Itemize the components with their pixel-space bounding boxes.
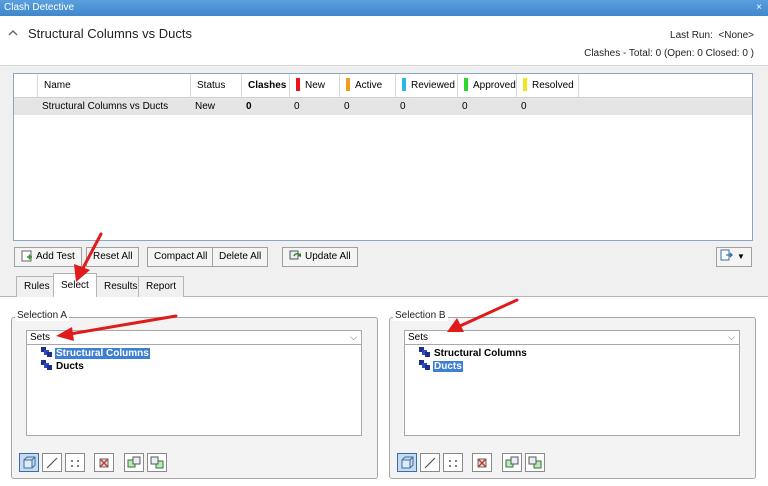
chevron-up-icon[interactable] xyxy=(8,28,18,38)
selection-a-tree[interactable]: Structural Columns Ducts xyxy=(26,344,362,436)
last-run: Last Run: <None> xyxy=(670,30,754,41)
row-reviewed: 0 xyxy=(400,101,406,112)
exclude-b-button[interactable] xyxy=(472,453,492,472)
export-button[interactable]: ▼ xyxy=(716,247,752,267)
test-title: Structural Columns vs Ducts xyxy=(28,26,192,41)
self-intersect-a-button[interactable] xyxy=(19,453,39,472)
row-status: New xyxy=(195,101,216,112)
compact-all-button[interactable]: Compact All xyxy=(147,247,215,267)
row-new: 0 xyxy=(294,101,300,112)
tab-report[interactable]: Report xyxy=(138,276,185,297)
status-new-swatch xyxy=(296,78,300,91)
tab-select[interactable]: Select xyxy=(53,273,97,297)
set-icon xyxy=(41,360,52,370)
chevron-down-icon: ⌵ xyxy=(350,332,357,342)
row-name: Structural Columns vs Ducts xyxy=(42,101,169,112)
export-icon xyxy=(720,249,733,261)
col-reviewed[interactable]: Reviewed xyxy=(396,74,458,98)
tests-grid[interactable]: Name Status Clashes New Active Reviewed … xyxy=(13,73,753,241)
col-resolved[interactable]: Resolved xyxy=(517,74,579,98)
col-name[interactable]: Name xyxy=(38,74,191,98)
selection-b-tree[interactable]: Structural Columns Ducts xyxy=(404,344,740,436)
status-approved-swatch xyxy=(464,78,468,91)
status-active-swatch xyxy=(346,78,350,91)
window-title: Clash Detective xyxy=(4,2,75,13)
row-approved: 0 xyxy=(462,101,468,112)
add-test-button[interactable]: Add Test xyxy=(14,247,82,267)
update-icon xyxy=(289,250,301,260)
use-current-selection-b-button[interactable] xyxy=(502,453,522,472)
col-new[interactable]: New xyxy=(290,74,340,98)
col-approved[interactable]: Approved xyxy=(458,74,517,98)
lines-b-button[interactable] xyxy=(420,453,440,472)
tree-item-structural-columns[interactable]: Structural Columns xyxy=(41,347,150,360)
selection-b-dropdown[interactable]: Sets ⌵ xyxy=(404,330,740,345)
set-icon xyxy=(419,347,430,357)
col-status[interactable]: Status xyxy=(191,74,242,98)
update-all-button[interactable]: Update All xyxy=(282,247,358,267)
col-active[interactable]: Active xyxy=(340,74,396,98)
row-clashes: 0 xyxy=(246,101,252,112)
add-test-icon xyxy=(21,250,32,262)
status-reviewed-swatch xyxy=(402,78,406,91)
chevron-down-icon: ▼ xyxy=(737,252,745,261)
points-b-button[interactable] xyxy=(443,453,463,472)
grid-header: Name Status Clashes New Active Reviewed … xyxy=(14,74,752,98)
col-clashes[interactable]: Clashes xyxy=(242,74,290,98)
set-icon xyxy=(419,360,430,370)
last-run-value: <None> xyxy=(718,30,754,41)
points-a-button[interactable] xyxy=(65,453,85,472)
test-header: Structural Columns vs Ducts Last Run: <N… xyxy=(0,16,768,66)
window-titlebar: Clash Detective × xyxy=(0,0,768,16)
table-row[interactable]: Structural Columns vs Ducts New 0 0 0 0 … xyxy=(14,98,752,115)
set-icon xyxy=(41,347,52,357)
row-resolved: 0 xyxy=(521,101,527,112)
select-in-scene-a-button[interactable] xyxy=(147,453,167,472)
tree-item-ducts[interactable]: Ducts xyxy=(419,360,463,373)
clash-summary: Clashes - Total: 0 (Open: 0 Closed: 0 ) xyxy=(584,48,754,59)
self-intersect-b-button[interactable] xyxy=(397,453,417,472)
tree-item-structural-columns[interactable]: Structural Columns xyxy=(419,347,528,360)
delete-all-button[interactable]: Delete All xyxy=(212,247,269,267)
chevron-down-icon: ⌵ xyxy=(728,332,735,342)
tree-item-ducts[interactable]: Ducts xyxy=(41,360,85,373)
lines-a-button[interactable] xyxy=(42,453,62,472)
row-active: 0 xyxy=(344,101,350,112)
reset-all-button[interactable]: Reset All xyxy=(86,247,140,267)
selection-a-label: Selection A xyxy=(15,310,70,321)
exclude-a-button[interactable] xyxy=(94,453,114,472)
select-in-scene-b-button[interactable] xyxy=(525,453,545,472)
grid-corner xyxy=(14,74,38,98)
use-current-selection-a-button[interactable] xyxy=(124,453,144,472)
selection-b-label: Selection B xyxy=(393,310,448,321)
close-icon[interactable]: × xyxy=(756,0,762,16)
selection-a-dropdown[interactable]: Sets ⌵ xyxy=(26,330,362,345)
status-resolved-swatch xyxy=(523,78,527,91)
tab-rules[interactable]: Rules xyxy=(16,276,58,297)
